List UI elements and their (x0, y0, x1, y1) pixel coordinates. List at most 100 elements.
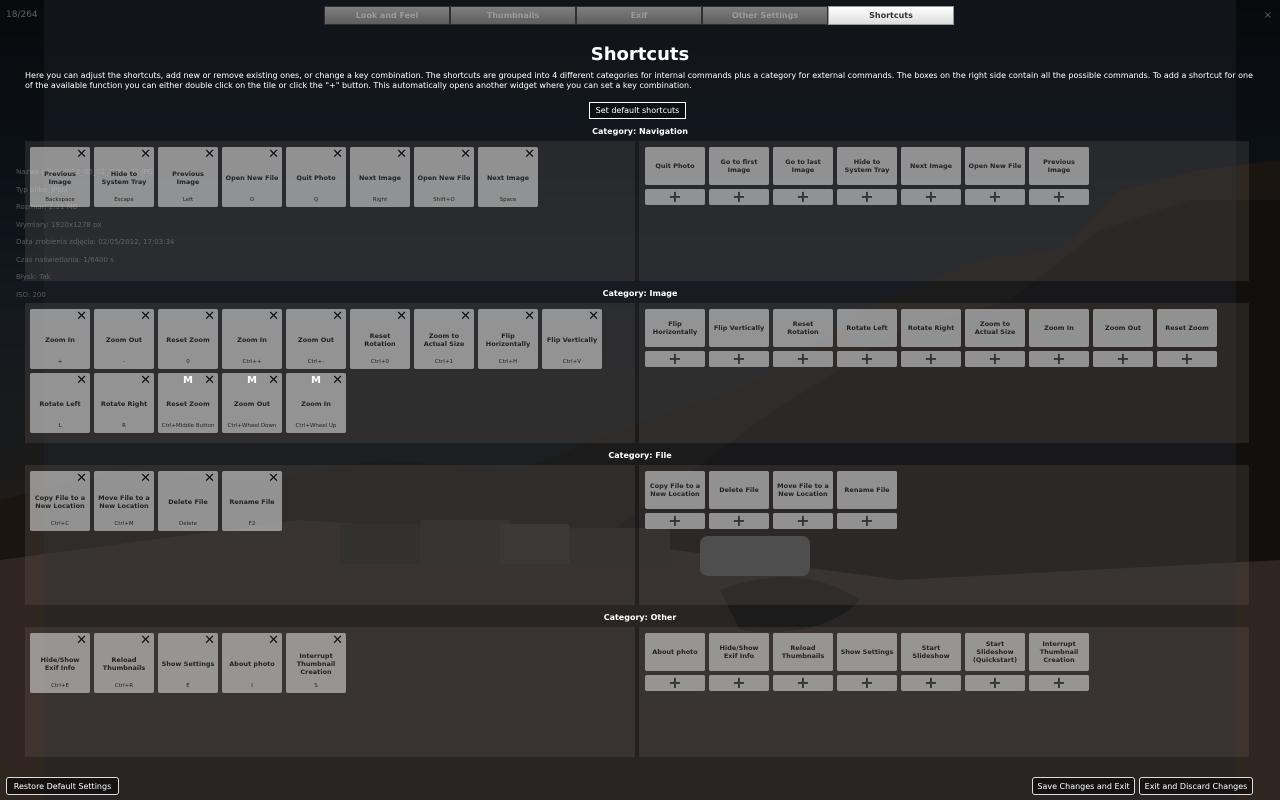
close-icon[interactable]: ✕ (268, 374, 279, 387)
plus-icon[interactable]: + (837, 189, 897, 205)
tab-thumbnails[interactable]: Thumbnails (450, 6, 576, 25)
command-tile[interactable]: Interrupt Thumbnail Creation (1029, 633, 1089, 671)
shortcut-tile[interactable]: ✕ Reset Zoom 0 (158, 309, 218, 369)
restore-default-settings-button[interactable]: Restore Default Settings (6, 777, 119, 795)
plus-icon[interactable]: + (837, 513, 897, 529)
close-icon[interactable]: ✕ (140, 310, 151, 323)
close-icon[interactable]: ✕ (76, 472, 87, 485)
plus-icon[interactable]: + (773, 189, 833, 205)
command-tile[interactable]: Flip Vertically (709, 309, 769, 347)
command-tile[interactable]: Open New File (965, 147, 1025, 185)
close-icon[interactable]: ✕ (140, 148, 151, 161)
close-icon[interactable]: ✕ (332, 634, 343, 647)
shortcut-tile[interactable]: ✕ Open New File O (222, 147, 282, 207)
shortcut-tile[interactable]: ✕ Rename File F2 (222, 471, 282, 531)
close-icon[interactable]: ✕ (204, 148, 215, 161)
close-icon[interactable]: ✕ (332, 310, 343, 323)
command-tile[interactable]: Reset Rotation (773, 309, 833, 347)
close-icon[interactable]: ✕ (76, 374, 87, 387)
tab-shortcuts[interactable]: Shortcuts (828, 6, 954, 25)
shortcut-tile[interactable]: ✕ Zoom to Actual Size Ctrl+1 (414, 309, 474, 369)
plus-icon[interactable]: + (645, 675, 705, 691)
close-icon[interactable]: ✕ (460, 310, 471, 323)
command-tile[interactable]: Rotate Right (901, 309, 961, 347)
plus-icon[interactable]: + (901, 351, 961, 367)
plus-icon[interactable]: + (901, 675, 961, 691)
close-icon[interactable]: × (1264, 10, 1272, 21)
shortcut-tile[interactable]: ✕ About photo I (222, 633, 282, 693)
plus-icon[interactable]: + (773, 513, 833, 529)
command-tile[interactable]: Zoom In (1029, 309, 1089, 347)
command-tile[interactable]: Show Settings (837, 633, 897, 671)
shortcut-tile[interactable]: ✕ Zoom Out Ctrl+- (286, 309, 346, 369)
shortcut-tile[interactable]: ✕ Zoom In + (30, 309, 90, 369)
plus-icon[interactable]: + (709, 675, 769, 691)
command-tile[interactable]: Quit Photo (645, 147, 705, 185)
shortcut-tile[interactable]: ✕ Show Settings E (158, 633, 218, 693)
panel-divider[interactable] (635, 141, 639, 281)
tab-look-and-feel[interactable]: Look and Feel (324, 6, 450, 25)
close-icon[interactable]: ✕ (460, 148, 471, 161)
panel-divider[interactable] (635, 303, 639, 443)
close-icon[interactable]: ✕ (140, 374, 151, 387)
shortcut-tile[interactable]: ✕ Hide to System Tray Escape (94, 147, 154, 207)
command-tile[interactable]: Hide/Show Exif Info (709, 633, 769, 671)
plus-icon[interactable]: + (837, 675, 897, 691)
close-icon[interactable]: ✕ (204, 472, 215, 485)
shortcut-tile[interactable]: ✕ Zoom In Ctrl++ (222, 309, 282, 369)
shortcut-tile[interactable]: ✕ Reload Thumbnails Ctrl+R (94, 633, 154, 693)
command-tile[interactable]: Flip Horizontally (645, 309, 705, 347)
command-tile[interactable]: Previous Image (1029, 147, 1089, 185)
plus-icon[interactable]: + (709, 513, 769, 529)
close-icon[interactable]: ✕ (76, 634, 87, 647)
shortcut-tile[interactable]: ✕ Open New File Shift+O (414, 147, 474, 207)
close-icon[interactable]: ✕ (396, 310, 407, 323)
plus-icon[interactable]: + (1029, 189, 1089, 205)
panel-divider[interactable] (635, 627, 639, 757)
shortcut-tile[interactable]: ✕ Quit Photo Q (286, 147, 346, 207)
plus-icon[interactable]: + (837, 351, 897, 367)
close-icon[interactable]: ✕ (76, 310, 87, 323)
plus-icon[interactable]: + (1029, 351, 1089, 367)
command-tile[interactable]: Start Slideshow (901, 633, 961, 671)
plus-icon[interactable]: + (645, 513, 705, 529)
shortcut-tile[interactable]: ✕ Next Image Right (350, 147, 410, 207)
shortcut-tile[interactable]: ✕ Next Image Space (478, 147, 538, 207)
close-icon[interactable]: ✕ (588, 310, 599, 323)
shortcut-tile[interactable]: M ✕ Zoom Out Ctrl+Wheel Down (222, 373, 282, 433)
tab-exif[interactable]: Exif (576, 6, 702, 25)
close-icon[interactable]: ✕ (268, 310, 279, 323)
shortcut-tile[interactable]: ✕ Copy File to a New Location Ctrl+C (30, 471, 90, 531)
shortcut-tile[interactable]: ✕ Interrupt Thumbnail Creation S (286, 633, 346, 693)
shortcut-tile[interactable]: ✕ Flip Vertically Ctrl+V (542, 309, 602, 369)
shortcut-tile[interactable]: ✕ Flip Horizontally Ctrl+H (478, 309, 538, 369)
command-tile[interactable]: Zoom Out (1093, 309, 1153, 347)
plus-icon[interactable]: + (1093, 351, 1153, 367)
close-icon[interactable]: ✕ (524, 148, 535, 161)
plus-icon[interactable]: + (709, 351, 769, 367)
panel-divider[interactable] (635, 465, 639, 605)
plus-icon[interactable]: + (773, 351, 833, 367)
close-icon[interactable]: ✕ (204, 634, 215, 647)
plus-icon[interactable]: + (645, 351, 705, 367)
shortcut-tile[interactable]: ✕ Rotate Right R (94, 373, 154, 433)
plus-icon[interactable]: + (645, 189, 705, 205)
shortcut-tile[interactable]: ✕ Rotate Left L (30, 373, 90, 433)
close-icon[interactable]: ✕ (332, 374, 343, 387)
plus-icon[interactable]: + (965, 351, 1025, 367)
plus-icon[interactable]: + (709, 189, 769, 205)
command-tile[interactable]: Start Slideshow (Quickstart) (965, 633, 1025, 671)
command-tile[interactable]: Zoom to Actual Size (965, 309, 1025, 347)
shortcut-tile[interactable]: ✕ Hide/Show Exif Info Ctrl+E (30, 633, 90, 693)
command-tile[interactable]: About photo (645, 633, 705, 671)
command-tile[interactable]: Reload Thumbnails (773, 633, 833, 671)
discard-changes-button[interactable]: Exit and Discard Changes (1139, 777, 1253, 795)
tab-other-settings[interactable]: Other Settings (702, 6, 828, 25)
command-tile[interactable]: Move File to a New Location (773, 471, 833, 509)
command-tile[interactable]: Go to first Image (709, 147, 769, 185)
plus-icon[interactable]: + (1029, 675, 1089, 691)
plus-icon[interactable]: + (773, 675, 833, 691)
command-tile[interactable]: Rename File (837, 471, 897, 509)
close-icon[interactable]: ✕ (268, 472, 279, 485)
close-icon[interactable]: ✕ (268, 634, 279, 647)
